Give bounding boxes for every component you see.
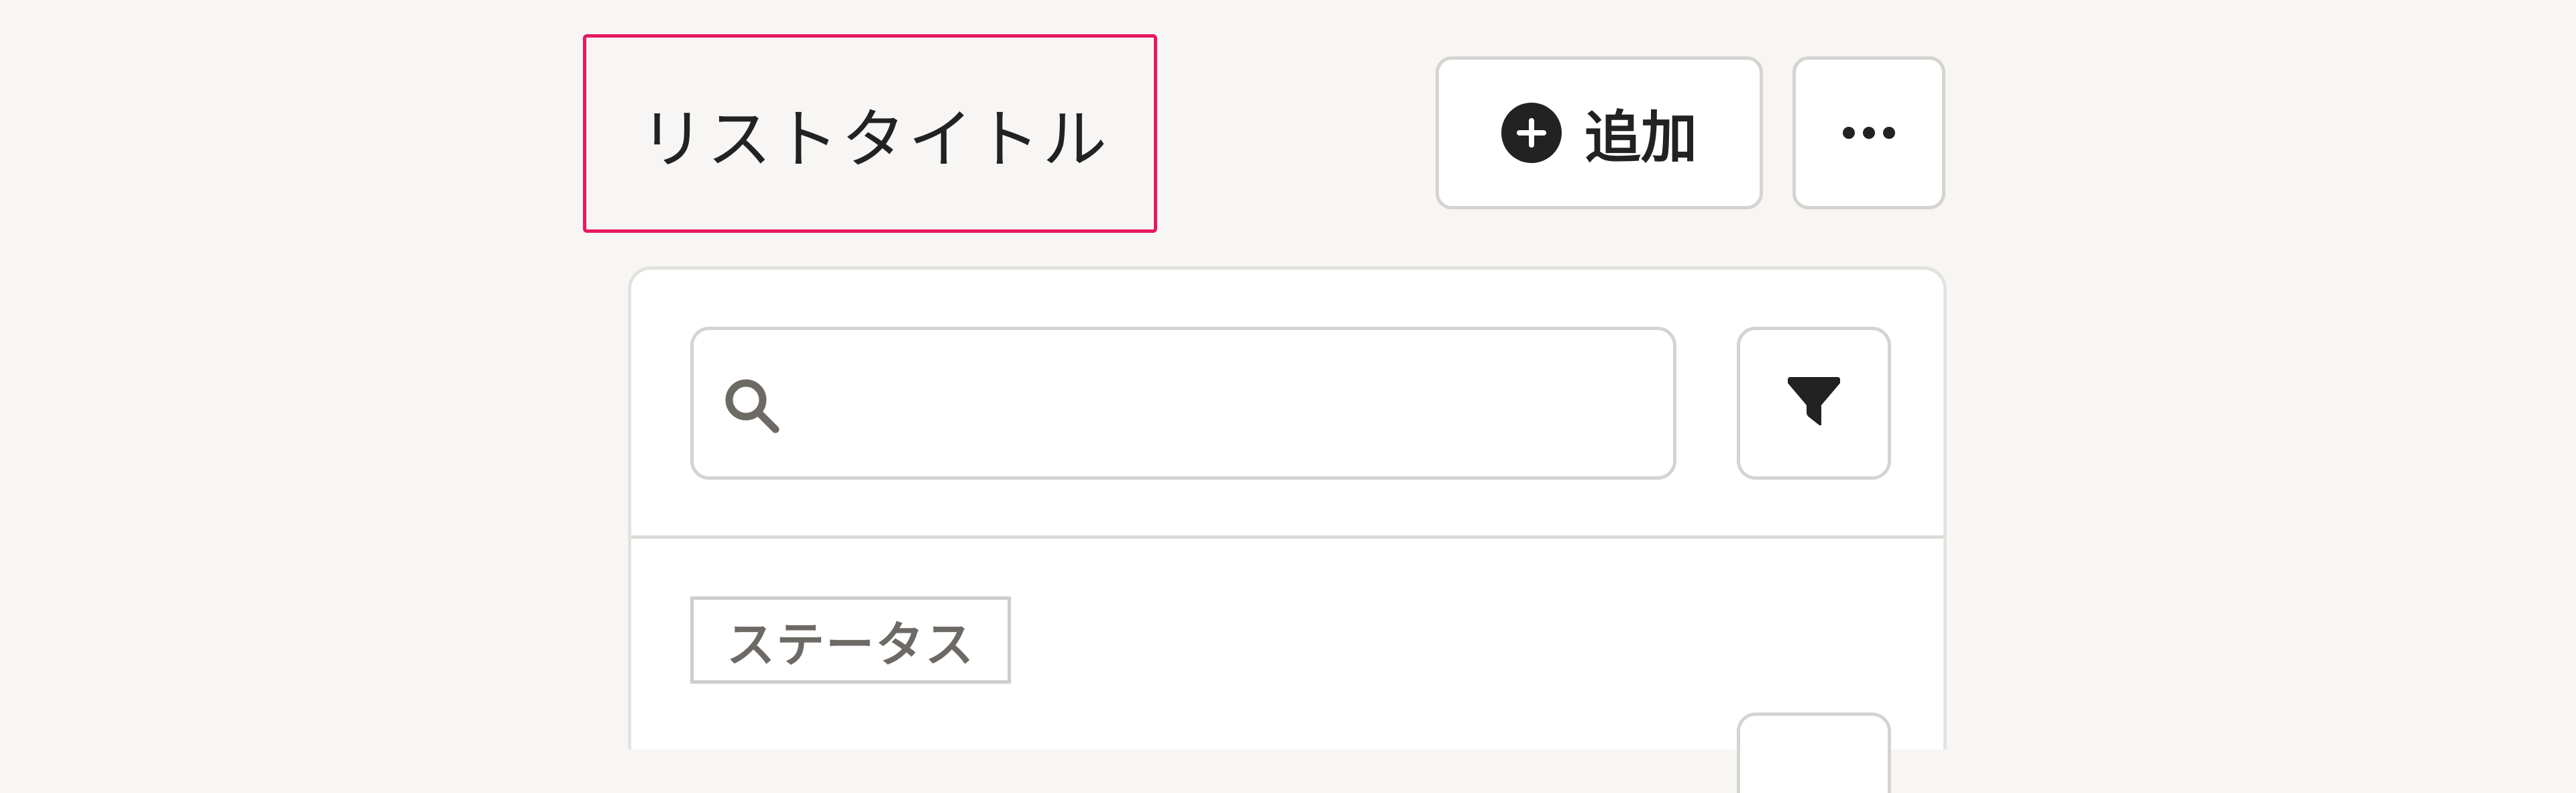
- add-button-label: 追加: [1584, 104, 1697, 170]
- status-control-button[interactable]: [1737, 712, 1891, 793]
- search-box[interactable]: [690, 327, 1676, 480]
- status-tag: ステータス: [690, 596, 1011, 684]
- filter-button[interactable]: [1737, 327, 1891, 480]
- more-options-button[interactable]: [1792, 56, 1945, 209]
- list-title: リストタイトル: [640, 101, 1110, 177]
- search-input[interactable]: [794, 357, 1653, 451]
- panel-divider: [631, 535, 1943, 539]
- status-label: ステータス: [726, 616, 975, 673]
- filter-icon: [1788, 377, 1840, 426]
- search-icon: [725, 379, 780, 433]
- list-title-container: リストタイトル: [583, 34, 1157, 233]
- plus-circle-icon: [1501, 103, 1562, 163]
- ellipsis-icon: [1843, 127, 1895, 139]
- add-button[interactable]: 追加: [1436, 56, 1763, 209]
- list-panel: ステータス: [628, 266, 1947, 793]
